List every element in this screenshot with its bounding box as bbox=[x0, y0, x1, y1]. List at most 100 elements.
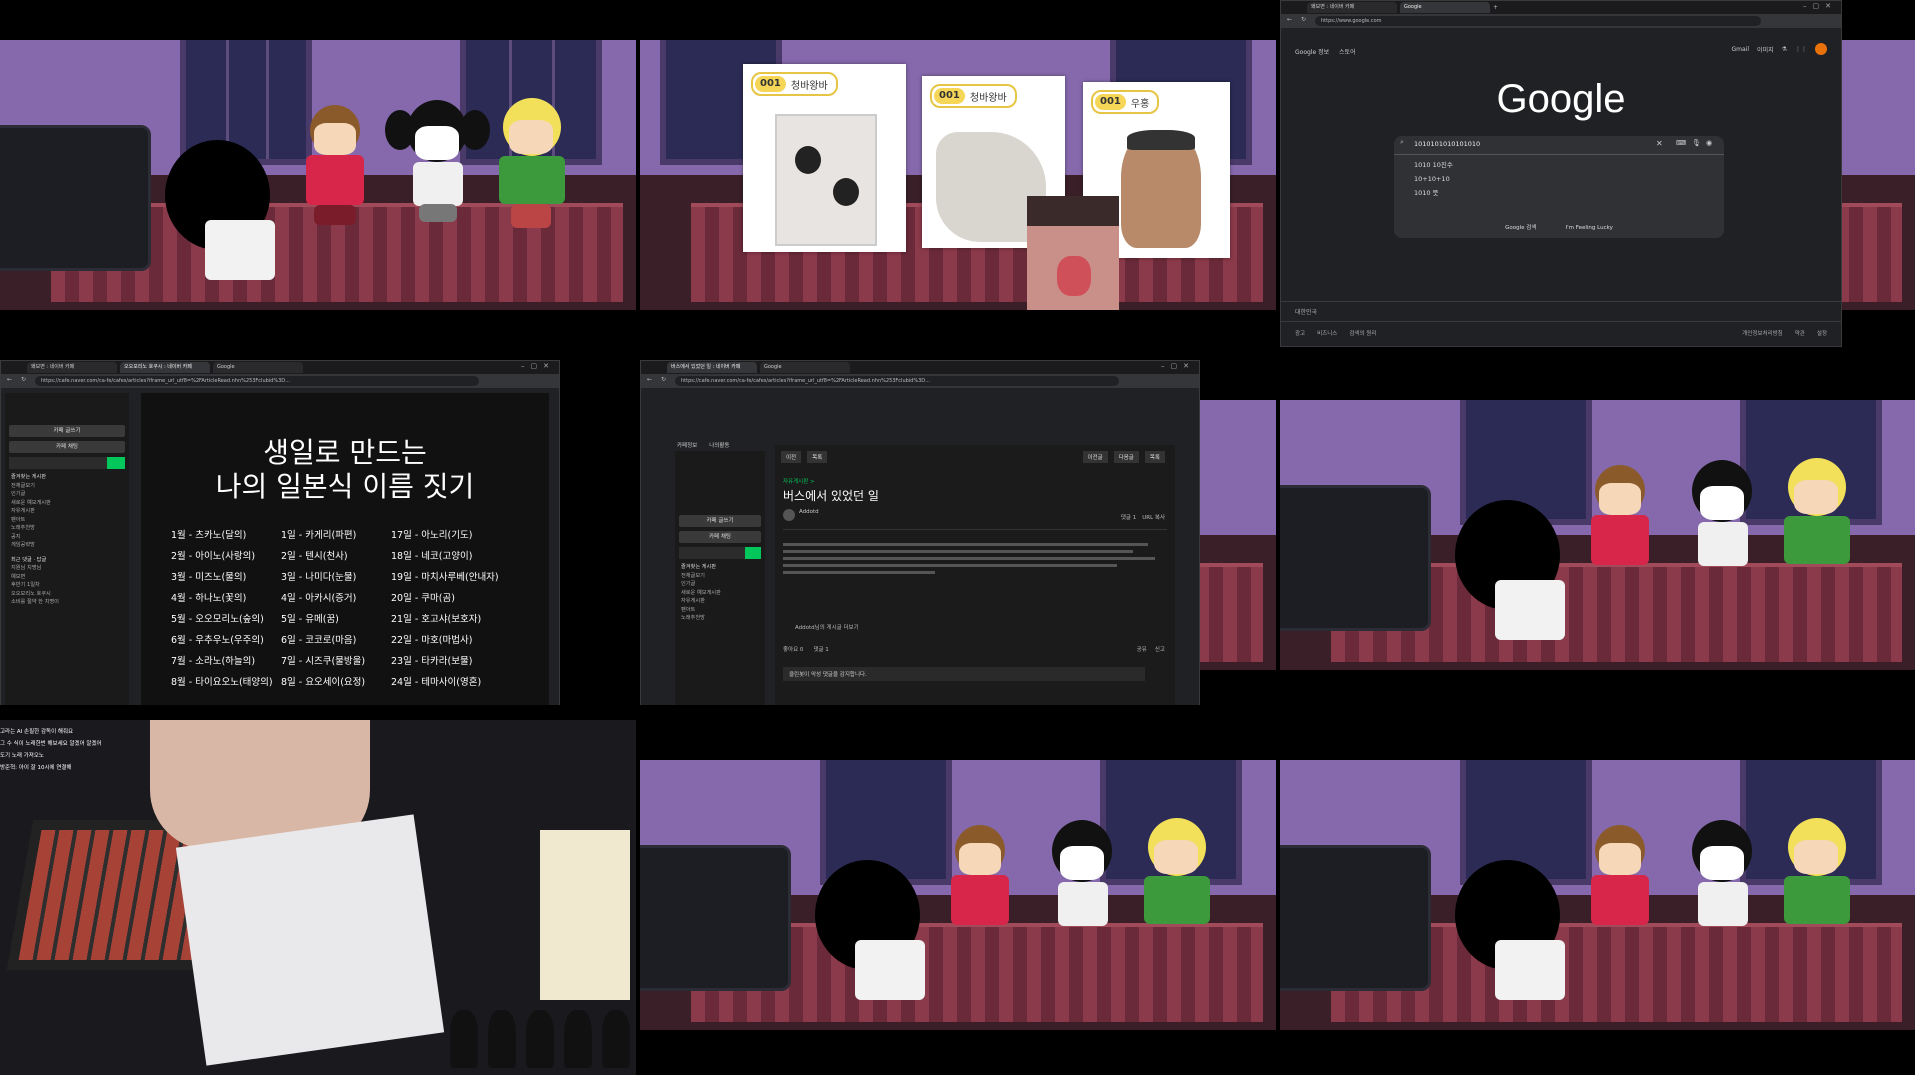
footer-settings[interactable]: 설정 bbox=[1817, 329, 1827, 337]
side-menu-item[interactable]: 전체글보기 bbox=[5, 482, 129, 491]
tab-google[interactable]: Google bbox=[760, 362, 850, 373]
tab-bus-article[interactable]: 버스에서 있었던 일 : 네이버 카페 bbox=[667, 362, 757, 373]
cafe-chat-button[interactable]: 카페 채팅 bbox=[9, 441, 125, 453]
side-menu-item[interactable]: 게임공략방 bbox=[5, 541, 129, 550]
comment-count[interactable]: 댓글 1 bbox=[1121, 513, 1136, 521]
suggestion-item[interactable]: 10+10+10 bbox=[1394, 172, 1724, 186]
reload-icon[interactable]: ↻ bbox=[661, 376, 666, 383]
chat-line: 고라는 AI 손필한 감독이 해줘요 bbox=[0, 729, 74, 735]
reload-icon[interactable]: ↻ bbox=[1301, 16, 1306, 23]
side-menu-heading: 최근 댓글 · 답글 bbox=[11, 556, 47, 563]
side-menu-item[interactable]: 전체글보기 bbox=[675, 572, 765, 581]
clear-icon[interactable]: ✕ bbox=[1656, 139, 1663, 148]
link-gmail[interactable]: Gmail bbox=[1732, 46, 1750, 53]
back-icon[interactable]: ← bbox=[7, 376, 12, 383]
footer-how-search[interactable]: 검색의 원리 bbox=[1349, 329, 1376, 337]
side-menu-item[interactable]: 오오모리노 호쿠시 bbox=[5, 590, 129, 599]
side-menu-item[interactable]: 후반기 1일차 bbox=[5, 581, 129, 590]
link-about[interactable]: Google 정보 bbox=[1295, 49, 1329, 56]
side-menu-item[interactable]: 노래추천방 bbox=[5, 524, 129, 533]
window-controls[interactable]: –▢✕ bbox=[521, 362, 555, 370]
tab-cafe-info[interactable]: 카페정보 bbox=[677, 441, 697, 449]
keyboard-icon[interactable]: ⌨ bbox=[1676, 139, 1686, 147]
cafe-chat-button[interactable]: 카페 채팅 bbox=[679, 531, 761, 543]
category-link[interactable]: 자유게시판 > bbox=[783, 477, 815, 485]
prev-post-button[interactable]: 이전글 bbox=[1082, 451, 1108, 463]
suggestion-item[interactable]: 1010 뜻 bbox=[1394, 186, 1724, 200]
side-menu-item[interactable]: 새로운 예모게시판 bbox=[675, 589, 765, 598]
back-icon[interactable]: ← bbox=[1287, 16, 1292, 23]
address-bar[interactable]: https://www.google.com bbox=[1315, 16, 1761, 26]
side-menu-item[interactable]: 자유게시판 bbox=[675, 597, 765, 606]
character-red-shirt bbox=[300, 105, 370, 245]
tab-cafe[interactable]: 왜보면 : 네이버 카페 bbox=[1307, 2, 1397, 13]
character-pigtails bbox=[1670, 460, 1775, 600]
labs-icon[interactable]: ⚗ bbox=[1782, 46, 1787, 53]
search-box[interactable]: ⌕ 1010101010101010 ✕ ⌨ 🎙 ◉ 1010 10진수 10+… bbox=[1394, 136, 1724, 238]
suggestion-item[interactable]: 1010 10진수 bbox=[1394, 158, 1724, 172]
region-label: 대한민국 bbox=[1295, 309, 1318, 316]
footer-ads[interactable]: 광고 bbox=[1295, 329, 1305, 337]
author-name[interactable]: Addotd bbox=[799, 509, 819, 515]
url-copy-button[interactable]: URL 복사 bbox=[1142, 513, 1165, 521]
side-menu-item[interactable]: 소비를 절약 한 치명이 bbox=[5, 598, 129, 607]
search-icon[interactable] bbox=[107, 457, 125, 469]
side-menu-item[interactable]: 새로운 예모게시판 bbox=[5, 499, 129, 508]
link-images[interactable]: 이미지 bbox=[1757, 45, 1774, 54]
side-menu-item[interactable]: 자유게시판 bbox=[5, 507, 129, 516]
lens-icon[interactable]: ◉ bbox=[1706, 139, 1712, 147]
side-menu-item[interactable]: 팬아트 bbox=[5, 516, 129, 525]
like-button[interactable]: 좋아요 0 bbox=[783, 645, 803, 653]
address-bar[interactable]: https://cafe.naver.com/ca-fe/cafes/artic… bbox=[675, 376, 1119, 386]
share-button[interactable]: 공유 bbox=[1137, 645, 1147, 653]
apps-icon[interactable]: ⋮⋮ bbox=[1795, 46, 1807, 53]
character-black-hair bbox=[815, 860, 935, 1010]
side-menu-item[interactable]: 즐겨찾는 게시판 bbox=[5, 473, 129, 482]
list-button[interactable]: 목록 bbox=[1144, 451, 1165, 463]
reload-icon[interactable]: ↻ bbox=[21, 376, 26, 383]
tab-google[interactable]: Google bbox=[213, 362, 303, 373]
side-menu-item[interactable]: 인기글 bbox=[5, 490, 129, 499]
address-bar[interactable]: https://cafe.naver.com/ca-fe/cafes/artic… bbox=[35, 376, 479, 386]
footer-privacy[interactable]: 개인정보처리방침 bbox=[1742, 329, 1782, 337]
side-menu-item[interactable]: 공지 bbox=[5, 533, 129, 542]
avatar[interactable] bbox=[1815, 43, 1827, 55]
cat-photo bbox=[775, 114, 877, 246]
footer-business[interactable]: 비즈니스 bbox=[1317, 329, 1337, 337]
side-menu-item[interactable]: 예보면 bbox=[5, 573, 129, 582]
next-post-button[interactable]: 다음글 bbox=[1113, 451, 1139, 463]
feeling-lucky-button[interactable]: I'm Feeling Lucky bbox=[1557, 222, 1621, 234]
comment-button[interactable]: 댓글 1 bbox=[813, 645, 828, 653]
mic-icon[interactable]: 🎙 bbox=[1692, 139, 1701, 147]
report-button[interactable]: 신고 bbox=[1155, 645, 1165, 653]
link-store[interactable]: 스토어 bbox=[1339, 49, 1356, 56]
chat-line: 방준혁: 아이 잘 10시에 연결해 bbox=[0, 765, 72, 771]
window-controls[interactable]: –▢✕ bbox=[1803, 2, 1837, 10]
prev-button[interactable]: 이전 bbox=[781, 451, 802, 463]
character-black-hair bbox=[1455, 860, 1575, 1010]
window-controls[interactable]: –▢✕ bbox=[1161, 362, 1195, 370]
cafe-write-button[interactable]: 카페 글쓰기 bbox=[9, 425, 125, 437]
footer-terms[interactable]: 약관 bbox=[1795, 329, 1805, 337]
more-posts-link[interactable]: Addotd님의 게시글 더보기 bbox=[795, 623, 859, 631]
side-menu-item[interactable]: 지원님 치명님 bbox=[5, 564, 129, 573]
tab-cafe-article[interactable]: 오오모리노 호쿠시 : 네이버 카페 bbox=[120, 362, 210, 373]
cafe-write-button[interactable]: 카페 글쓰기 bbox=[679, 515, 761, 527]
google-logo: Google bbox=[1496, 77, 1626, 121]
tab-google[interactable]: Google bbox=[1400, 2, 1490, 13]
search-input[interactable]: 1010101010101010 bbox=[1414, 140, 1480, 148]
search-icon[interactable] bbox=[745, 547, 761, 559]
new-tab-button[interactable]: + bbox=[1493, 4, 1498, 11]
side-menu-item[interactable]: 팬아트 bbox=[675, 606, 765, 615]
birthday-browser-window: 왜보면 : 네이버 카페 오오모리노 호쿠시 : 네이버 카페 Google –… bbox=[0, 360, 560, 705]
side-menu-item[interactable]: 즐겨찾는 게시판 bbox=[675, 563, 765, 572]
bus-browser-window: 버스에서 있었던 일 : 네이버 카페 Google –▢✕ ← ↻ https… bbox=[640, 360, 1200, 705]
google-search-button[interactable]: Google 검색 bbox=[1497, 220, 1545, 234]
game-scene-2: 001 청바왕바 001 청바왕바 001 우홍 bbox=[640, 40, 1276, 310]
side-menu-item[interactable]: 인기글 bbox=[675, 580, 765, 589]
side-menu-item[interactable]: 노래추천방 bbox=[675, 614, 765, 623]
tab-my-activity[interactable]: 나의활동 bbox=[709, 441, 729, 449]
tab-cafe[interactable]: 왜보면 : 네이버 카페 bbox=[27, 362, 117, 373]
back-icon[interactable]: ← bbox=[647, 376, 652, 383]
list-button[interactable]: 목록 bbox=[807, 451, 828, 463]
